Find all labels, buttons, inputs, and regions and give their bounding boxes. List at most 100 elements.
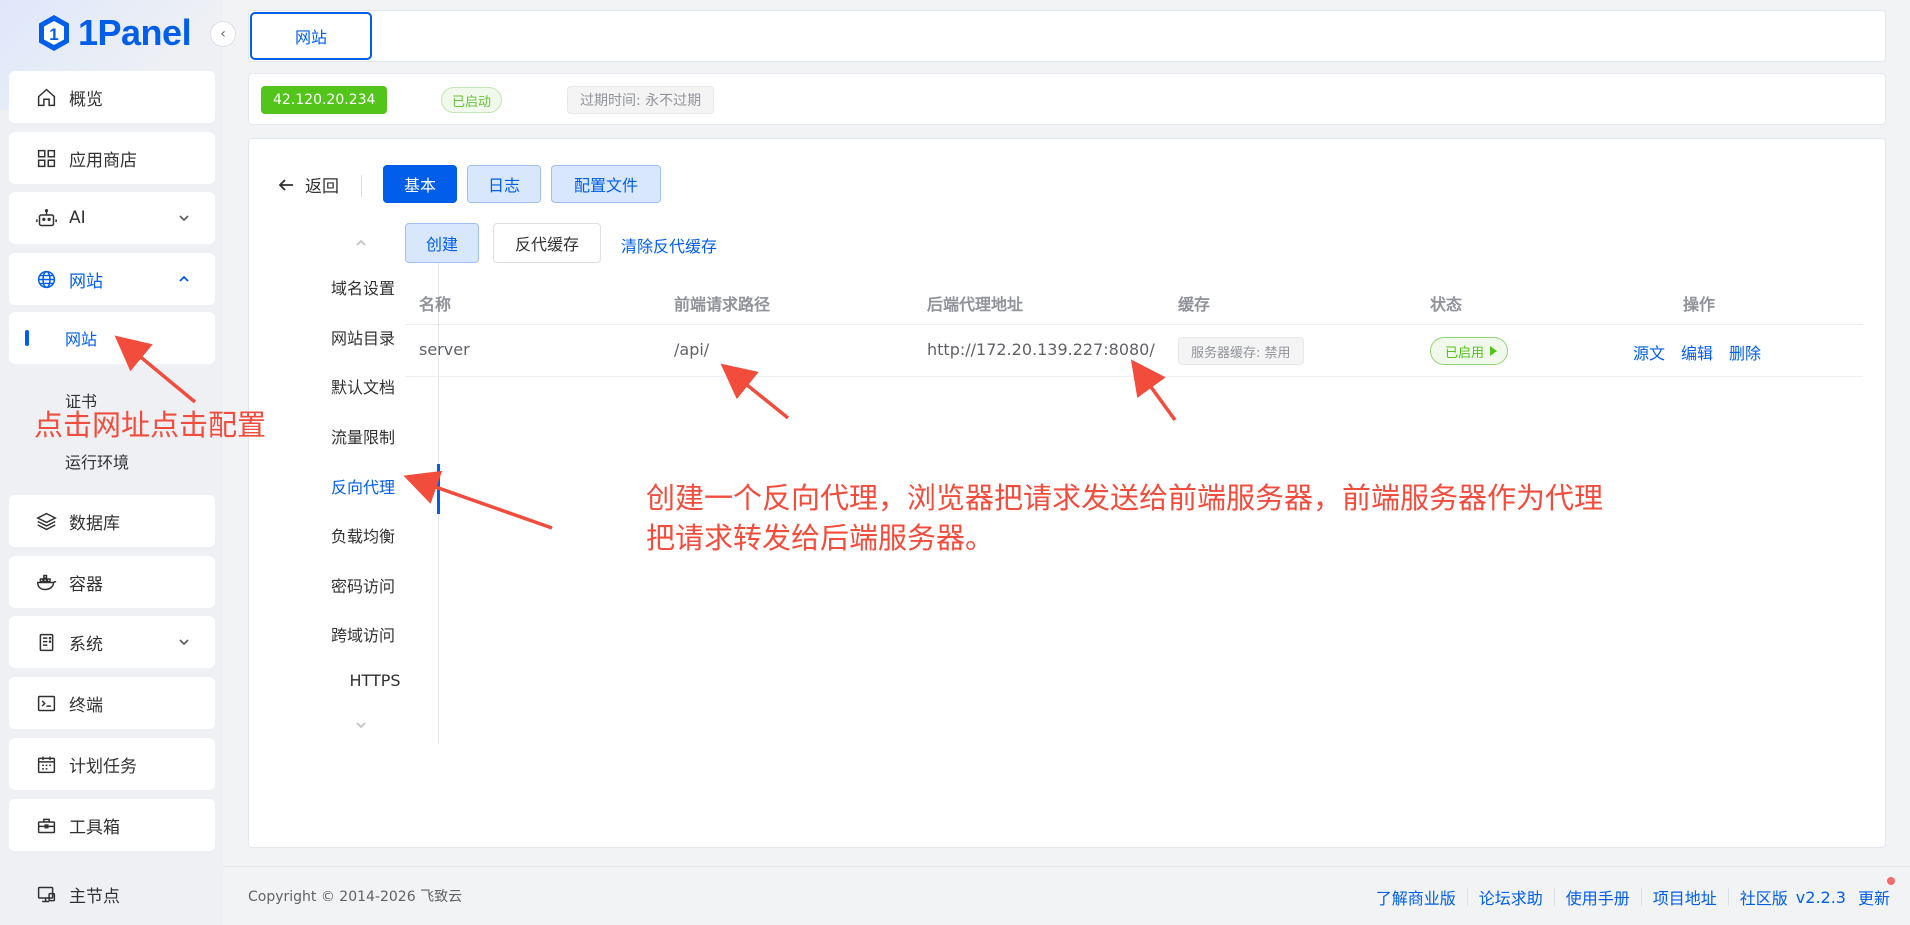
create-proxy-button[interactable]: 创建 bbox=[405, 223, 479, 263]
chevron-up-icon bbox=[177, 271, 191, 285]
edit-button[interactable]: 编辑 bbox=[1681, 340, 1713, 364]
cell-name: server bbox=[419, 340, 470, 359]
copyright: Copyright © 2014-2026 飞致云 bbox=[248, 889, 463, 905]
ip-badge: 42.120.20.234 bbox=[261, 86, 388, 114]
status-toggle[interactable]: 已启用 bbox=[1430, 337, 1509, 365]
menu-item-rate-limit[interactable]: 流量限制 bbox=[289, 424, 437, 448]
sidebar-item-appstore[interactable]: 应用商店 bbox=[9, 132, 215, 184]
website-info-bar: 42.120.20.234 已启动 过期时间: 永不过期 bbox=[248, 73, 1886, 125]
clear-proxy-cache-link[interactable]: 清除反代缓存 bbox=[621, 233, 717, 257]
update-notification-dot bbox=[1887, 877, 1895, 885]
active-indicator bbox=[437, 464, 440, 514]
chevron-left-icon: ‹ bbox=[220, 26, 226, 42]
sidebar-item-label: 应用商店 bbox=[69, 150, 137, 171]
cell-frontend-path: /api/ bbox=[674, 340, 710, 359]
sidebar-item-label: AI bbox=[69, 208, 86, 228]
link-forum[interactable]: 论坛求助 bbox=[1479, 885, 1543, 909]
tab-config-file[interactable]: 配置文件 bbox=[551, 165, 661, 203]
annotation-left: 点击网址点击配置 bbox=[34, 408, 267, 442]
robot-icon bbox=[35, 207, 57, 229]
column-header-frontend-path: 前端请求路径 bbox=[674, 295, 771, 314]
play-icon bbox=[1490, 346, 1498, 356]
sidebar-item-label: 主节点 bbox=[69, 886, 120, 907]
menu-item-default-doc[interactable]: 默认文档 bbox=[289, 374, 437, 398]
brand-name: 1Panel bbox=[78, 12, 192, 53]
sidebar-item-ai[interactable]: AI bbox=[9, 192, 215, 244]
source-button[interactable]: 源文 bbox=[1633, 340, 1665, 364]
layers-icon bbox=[35, 510, 57, 532]
calendar-icon bbox=[35, 753, 57, 775]
sidebar-item-label: 系统 bbox=[69, 634, 103, 655]
link-manual[interactable]: 使用手册 bbox=[1566, 885, 1630, 909]
status-badge: 已启动 bbox=[441, 87, 503, 113]
proxy-cache-button[interactable]: 反代缓存 bbox=[493, 223, 601, 263]
logo[interactable]: 1 1Panel bbox=[36, 12, 192, 54]
menu-item-https[interactable]: HTTPS bbox=[301, 671, 449, 690]
node-icon bbox=[35, 883, 57, 905]
menu-item-password-access[interactable]: 密码访问 bbox=[289, 573, 437, 597]
menu-item-load-balance[interactable]: 负载均衡 bbox=[289, 523, 437, 547]
svg-text:1: 1 bbox=[49, 25, 58, 44]
sidebar-item-label: 数据库 bbox=[69, 513, 120, 534]
sidebar-item-cron[interactable]: 计划任务 bbox=[9, 738, 215, 790]
arrow-left-icon bbox=[278, 178, 293, 191]
footer: Copyright © 2014-2026 飞致云 了解商业版 论坛求助 使用手… bbox=[223, 866, 1910, 925]
website-submenu: 网站 证书 运行环境 bbox=[9, 308, 215, 493]
docker-icon bbox=[35, 571, 57, 593]
expire-badge: 过期时间: 永不过期 bbox=[567, 86, 715, 114]
sidebar-item-database[interactable]: 数据库 bbox=[9, 495, 215, 547]
collapse-sidebar-button[interactable]: ‹ bbox=[210, 21, 236, 47]
sidebar-item-label: 计划任务 bbox=[69, 756, 137, 777]
menu-item-cors[interactable]: 跨域访问 bbox=[289, 622, 437, 646]
delete-button[interactable]: 删除 bbox=[1729, 340, 1761, 364]
table-row: server /api/ http://172.20.139.227:8080/… bbox=[405, 325, 1863, 377]
submenu-item-label: 网站 bbox=[65, 330, 98, 349]
toolbox-icon bbox=[35, 814, 57, 836]
column-header-name: 名称 bbox=[419, 295, 452, 314]
sidebar-item-label: 概览 bbox=[69, 89, 103, 110]
table-header: 名称 前端请求路径 后端代理地址 缓存 状态 操作 bbox=[405, 277, 1863, 325]
back-button[interactable]: 返回 bbox=[277, 172, 339, 197]
status-label: 已启用 bbox=[1445, 345, 1485, 361]
scroll-down-icon[interactable] bbox=[353, 717, 369, 733]
terminal-icon bbox=[35, 692, 57, 714]
chevron-down-icon bbox=[177, 634, 191, 648]
divider bbox=[1553, 888, 1555, 906]
sidebar-item-label: 终端 bbox=[69, 695, 103, 716]
server-icon bbox=[35, 631, 57, 653]
back-label: 返回 bbox=[305, 177, 339, 197]
column-header-backend-address: 后端代理地址 bbox=[927, 295, 1024, 314]
column-header-actions: 操作 bbox=[1683, 295, 1716, 314]
cache-badge: 服务器缓存: 禁用 bbox=[1178, 337, 1304, 365]
link-project[interactable]: 项目地址 bbox=[1653, 885, 1717, 909]
chevron-down-icon bbox=[177, 210, 191, 224]
submenu-item-website[interactable]: 网站 bbox=[9, 312, 215, 364]
version-label: v2.2.3 bbox=[1795, 887, 1846, 907]
sidebar-item-website[interactable]: 网站 bbox=[9, 253, 215, 305]
logo-icon: 1 bbox=[39, 15, 69, 51]
sidebar-item-terminal[interactable]: 终端 bbox=[9, 677, 215, 729]
sidebar-item-toolbox[interactable]: 工具箱 bbox=[9, 799, 215, 851]
grid-icon bbox=[35, 147, 57, 169]
link-commercial[interactable]: 了解商业版 bbox=[1376, 885, 1456, 909]
divider bbox=[1640, 888, 1642, 906]
tab-website[interactable]: 网站 bbox=[250, 12, 372, 60]
sidebar: 1 1Panel ‹ 概览 应用商店 AI 网站 网站 证书 运行环境 数据库 … bbox=[0, 0, 236, 925]
divider bbox=[1466, 888, 1468, 906]
sidebar-item-overview[interactable]: 概览 bbox=[9, 71, 215, 123]
website-tab-bar: 网站 bbox=[248, 10, 1886, 62]
update-link[interactable]: 更新 bbox=[1858, 885, 1890, 909]
divider bbox=[361, 175, 362, 197]
tab-logs[interactable]: 日志 bbox=[467, 165, 541, 203]
tab-basic[interactable]: 基本 bbox=[383, 165, 457, 203]
edition-label: 社区版 bbox=[1739, 889, 1788, 908]
annotation-right-line2: 把请求转发给后端服务器。 bbox=[646, 521, 995, 555]
scroll-up-icon[interactable] bbox=[353, 235, 369, 251]
home-icon bbox=[35, 86, 57, 108]
sidebar-item-system[interactable]: 系统 bbox=[9, 616, 215, 668]
sidebar-item-master-node[interactable]: 主节点 bbox=[9, 868, 215, 920]
sidebar-item-container[interactable]: 容器 bbox=[9, 556, 215, 608]
footer-links: 了解商业版 论坛求助 使用手册 项目地址 社区版 v2.2.3 更新 bbox=[1376, 885, 1890, 909]
menu-item-reverse-proxy[interactable]: 反向代理 bbox=[289, 474, 437, 498]
sidebar-item-label: 容器 bbox=[69, 574, 103, 595]
